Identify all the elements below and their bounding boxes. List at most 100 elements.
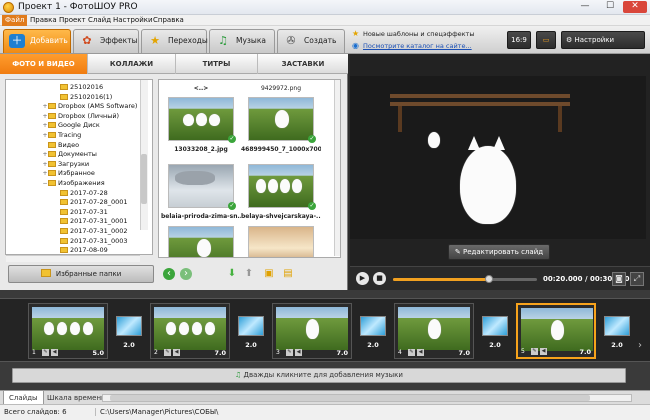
play-button[interactable]: ▶ [356, 272, 369, 285]
back-arrow-icon[interactable]: ‹ [163, 268, 175, 280]
up-arrow-icon[interactable]: ⬆ [243, 268, 255, 280]
menu-project[interactable]: Проект [56, 15, 89, 26]
tab-timeline[interactable]: Шкала времени [42, 391, 111, 405]
slide-thumbnail[interactable]: 1 ✎ ◀ 5.0 [28, 303, 108, 359]
speaker-icon[interactable]: ◀ [295, 349, 302, 356]
speaker-icon[interactable]: ◀ [540, 348, 547, 355]
folder-add-icon[interactable]: ▣ [263, 268, 275, 280]
scroll-right-icon[interactable]: › [638, 340, 648, 354]
transition-thumbnail[interactable] [482, 316, 508, 336]
forward-arrow-icon[interactable]: › [180, 268, 192, 280]
tree-folder[interactable]: 25102016 [54, 82, 103, 92]
tree-folder[interactable]: + Dropbox (AMS Software) [42, 101, 137, 111]
minimize-button[interactable]: — [573, 1, 597, 13]
favorite-folders-label: Избранные папки [55, 270, 122, 278]
pencil-icon[interactable]: ✎ [42, 349, 49, 356]
tab-titles[interactable]: ТИТРЫ [176, 54, 258, 74]
pencil-icon[interactable]: ✎ [286, 349, 293, 356]
menu-settings[interactable]: Настройки [110, 15, 156, 26]
music-drop-area[interactable]: ♫ Дважды кликните для добавления музыки [12, 368, 626, 383]
thumbnail-2[interactable] [248, 97, 314, 141]
tree-folder[interactable]: + Tracing [42, 130, 81, 140]
tree-horizontal-scrollbar[interactable] [6, 255, 140, 262]
window-title: Проект 1 - ФотоШОУ PRO [18, 2, 138, 12]
current-path: C:\Users\Manager\Pictures\СОБЫ\ [95, 408, 218, 416]
widescreen-icon[interactable]: ▭ [536, 31, 556, 49]
thumb-name: 9429972.png [260, 85, 302, 92]
tab-collages[interactable]: КОЛЛАЖИ [88, 54, 176, 74]
thumbnail-1[interactable] [168, 97, 234, 141]
tree-folder[interactable]: 2017-07-31 [54, 207, 108, 217]
slide-number: 5 [521, 348, 525, 355]
effects-icon: ✿ [82, 34, 92, 47]
menu-edit[interactable]: Правка [27, 15, 60, 26]
tab-intros[interactable]: ЗАСТАВКИ [258, 54, 348, 74]
dog-shape [196, 113, 207, 126]
aspect-ratio-button[interactable]: 16:9 [507, 31, 531, 49]
tree-folder[interactable]: 2017-07-31_0002 [54, 226, 128, 236]
menu-file[interactable]: Файл [2, 15, 28, 26]
pencil-icon[interactable]: ✎ [408, 349, 415, 356]
tree-folder[interactable]: + Dropbox (Личный) [42, 111, 119, 121]
tree-folder[interactable]: + Загрузки [42, 159, 89, 169]
tree-folder[interactable]: − Изображения [42, 178, 104, 188]
folder-open-icon[interactable]: ▤ [282, 268, 294, 280]
speaker-icon[interactable]: ◀ [173, 349, 180, 356]
tree-folder[interactable]: 25102016(1) [54, 92, 112, 102]
up-folder-label[interactable]: <..> [161, 84, 241, 93]
dog-shape [460, 146, 516, 224]
tab-effects[interactable]: ✿ Эффекты [73, 29, 139, 53]
speaker-icon[interactable]: ◀ [51, 349, 58, 356]
tree-folder[interactable]: 2017-07-28_0001 [54, 197, 128, 207]
tree-folder[interactable]: Видео [42, 140, 79, 150]
pencil-icon[interactable]: ✎ [164, 349, 171, 356]
thumbnail-6[interactable] [248, 226, 314, 257]
tab-slides[interactable]: Слайды [3, 391, 44, 405]
edit-slide-button[interactable]: ✎ Редактировать слайд [448, 244, 550, 260]
pencil-icon[interactable]: ✎ [531, 348, 538, 355]
seek-handle[interactable] [485, 275, 494, 283]
transition-thumbnail[interactable] [360, 316, 386, 336]
thumbnail-3[interactable] [168, 164, 234, 208]
transition-thumbnail[interactable] [116, 316, 142, 336]
templates-link[interactable]: ★ Новые шаблоны и спецэффекты [352, 28, 474, 40]
slide-thumbnail[interactable]: 3 ✎ ◀ 7.0 [272, 303, 352, 359]
tab-transitions[interactable]: ★ Переходы [141, 29, 208, 53]
tab-create[interactable]: ✇ Создать [277, 29, 345, 53]
tree-scrollbar-thumb[interactable] [141, 154, 147, 204]
tab-add[interactable]: ＋ Добавить [3, 29, 71, 53]
maximize-button[interactable]: ☐ [598, 1, 622, 13]
globe-icon: ◉ [352, 41, 359, 50]
slide-thumbnail[interactable]: 4 ✎ ◀ 7.0 [394, 303, 474, 359]
tree-folder[interactable]: 2017-08-09 [54, 245, 108, 254]
stop-button[interactable]: ■ [373, 272, 386, 285]
fullscreen-icon[interactable]: ⤢ [630, 272, 644, 286]
thumbnails-scrollbar[interactable] [334, 80, 340, 256]
tab-photo-video[interactable]: ФОТО И ВИДЕО [0, 54, 88, 74]
close-button[interactable]: ✕ [623, 1, 647, 13]
catalog-link[interactable]: ◉ Посмотрите каталог на сайте... [352, 40, 472, 52]
slide-thumbnail[interactable]: 5 ✎ ◀ 7.0 [516, 303, 596, 359]
tree-folder-label: Tracing [58, 131, 82, 139]
camera-icon[interactable]: ◙ [612, 272, 626, 286]
add-icon: ＋ [9, 34, 25, 48]
tree-folder[interactable]: + Избранное [42, 168, 94, 178]
transition-thumbnail[interactable] [238, 316, 264, 336]
down-arrow-icon[interactable]: ⬇ [226, 268, 238, 280]
tree-folder[interactable]: + Документы [42, 149, 96, 159]
transition-thumbnail[interactable] [604, 316, 630, 336]
tree-folder[interactable]: 2017-07-31_0001 [54, 216, 128, 226]
project-settings-button[interactable]: ⚙ Настройки проекта [561, 31, 645, 60]
thumbnail-5[interactable] [168, 226, 234, 257]
favorite-folders-button[interactable]: Избранные папки [8, 265, 154, 283]
slide-thumbnail[interactable]: 2 ✎ ◀ 7.0 [150, 303, 230, 359]
speaker-icon[interactable]: ◀ [417, 349, 424, 356]
menu-help[interactable]: Справка [150, 15, 187, 26]
timeline-scrollbar-thumb[interactable] [110, 395, 590, 401]
preview-panel: ✎ Редактировать слайд ▶ ■ 00:20.000 / 00… [350, 54, 650, 290]
tree-folder[interactable]: + Google Диск [42, 120, 99, 130]
tree-folder[interactable]: 2017-07-31_0003 [54, 236, 128, 246]
thumbnail-4[interactable] [248, 164, 314, 208]
tab-music[interactable]: ♫ Музыка [209, 29, 275, 53]
tree-folder[interactable]: 2017-07-28 [54, 188, 108, 198]
